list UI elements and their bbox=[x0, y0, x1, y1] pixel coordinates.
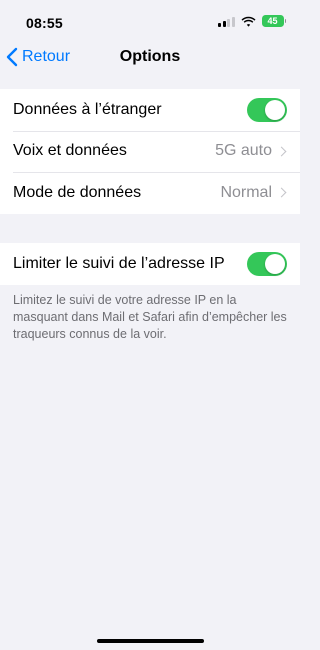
status-time: 08:55 bbox=[26, 15, 63, 31]
settings-group-cellular: Données à l’étranger Voix et données 5G … bbox=[0, 89, 300, 214]
status-bar: 08:55 45 bbox=[0, 0, 300, 44]
row-limit-ip-tracking: Limiter le suivi de l’adresse IP bbox=[0, 243, 300, 285]
toggle-knob bbox=[265, 99, 285, 120]
wifi-icon bbox=[241, 16, 255, 27]
battery-level: 45 bbox=[261, 15, 284, 27]
row-limit-ip-label: Limiter le suivi de l’adresse IP bbox=[13, 254, 225, 272]
status-icons: 45 bbox=[218, 15, 286, 27]
row-roaming-label: Données à l’étranger bbox=[13, 100, 162, 118]
limit-ip-toggle[interactable] bbox=[247, 251, 287, 276]
row-roaming: Données à l’étranger bbox=[0, 89, 300, 131]
row-voice-data-value: 5G auto bbox=[215, 142, 272, 160]
limit-ip-footer-note: Limitez le suivi de votre adresse IP en … bbox=[13, 293, 287, 341]
chevron-right-icon bbox=[276, 187, 287, 198]
chevron-right-icon bbox=[276, 146, 287, 157]
row-voice-data-value-wrap: 5G auto bbox=[215, 142, 287, 160]
page-title: Options bbox=[119, 48, 181, 65]
settings-group-privacy: Limiter le suivi de l’adresse IP bbox=[0, 243, 300, 285]
row-voice-data[interactable]: Voix et données 5G auto bbox=[0, 130, 300, 173]
row-voice-data-label: Voix et données bbox=[13, 142, 127, 160]
battery-icon: 45 bbox=[261, 15, 286, 27]
row-data-mode-label: Mode de données bbox=[13, 183, 142, 201]
roaming-toggle[interactable] bbox=[247, 97, 287, 122]
toggle-knob bbox=[265, 253, 285, 274]
row-data-mode-value-wrap: Normal bbox=[220, 184, 287, 202]
navigation-bar: Retour Options bbox=[0, 44, 300, 70]
home-indicator[interactable] bbox=[97, 639, 204, 643]
signal-icon bbox=[218, 16, 235, 27]
row-data-mode-value: Normal bbox=[220, 183, 272, 201]
row-data-mode[interactable]: Mode de données Normal bbox=[0, 172, 300, 214]
